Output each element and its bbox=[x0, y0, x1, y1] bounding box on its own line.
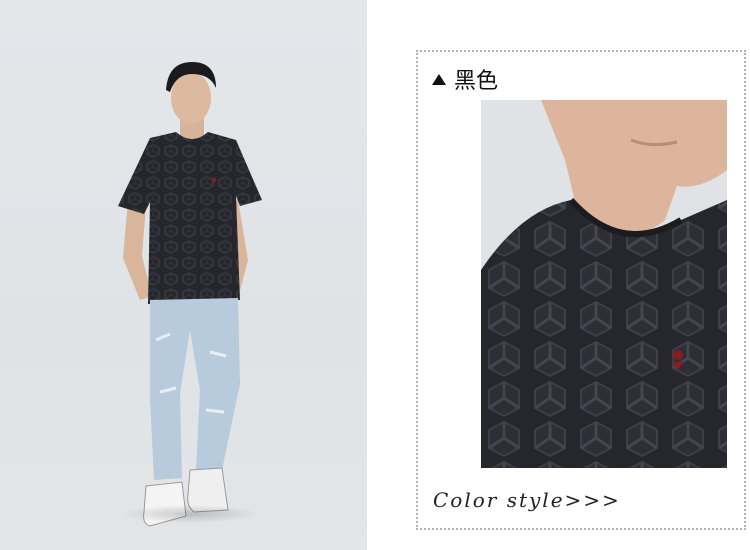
closeup-illustration bbox=[481, 100, 727, 468]
color-label: 黑色 bbox=[454, 69, 499, 94]
triangle-up-icon bbox=[432, 73, 446, 85]
color-heading: 黑色 bbox=[432, 64, 498, 94]
floor-shadow bbox=[120, 505, 260, 523]
model-illustration bbox=[118, 62, 262, 527]
shirt-closeup-photo bbox=[481, 100, 727, 468]
color-style-tagline: Color style>>> bbox=[433, 488, 621, 512]
model-full-body-photo bbox=[0, 0, 367, 550]
